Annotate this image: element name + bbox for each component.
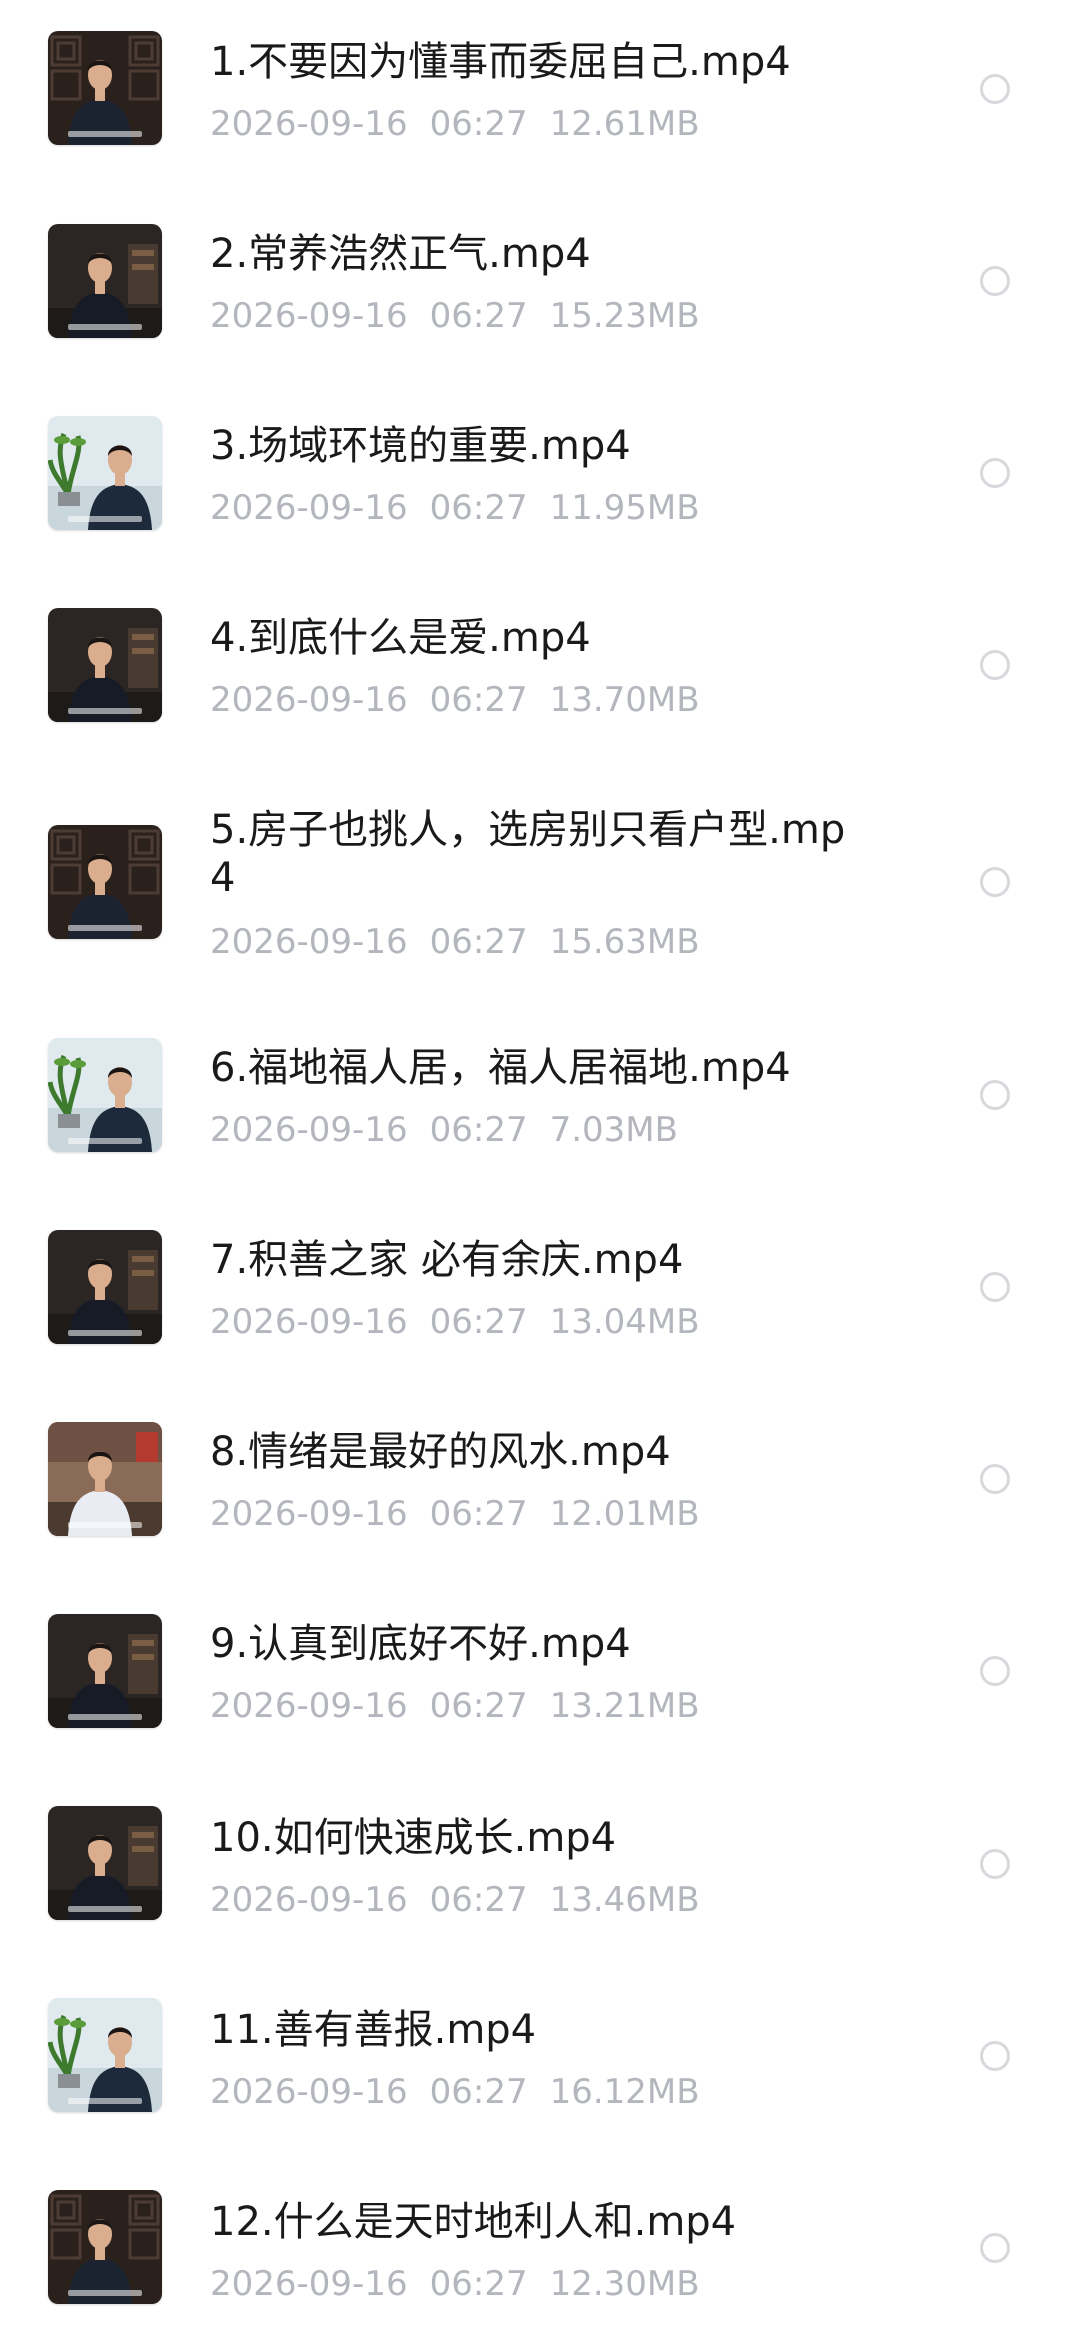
select-radio-icon[interactable] [980,1464,1010,1494]
file-time: 06:27 [429,1686,528,1726]
file-meta: 2026-09-16 06:27 13.70MB [210,680,700,720]
file-name: 4.到底什么是爱.mp4 [210,615,591,661]
video-thumbnail [48,1230,162,1344]
file-size: 11.95MB [549,488,700,528]
file-time: 06:27 [429,488,528,528]
file-date: 2026-09-16 [210,1686,408,1726]
file-name: 10.如何快速成长.mp4 [210,1815,617,1861]
select-radio-icon[interactable] [980,1656,1010,1686]
select-radio-icon[interactable] [980,1849,1010,1879]
file-name: 11.善有善报.mp4 [210,2007,537,2053]
file-name: 3.场域环境的重要.mp4 [210,423,631,469]
file-name: 12.什么是天时地利人和.mp4 [210,2199,737,2245]
file-name: 7.积善之家 必有余庆.mp4 [210,1237,684,1283]
file-date: 2026-09-16 [210,1880,408,1920]
video-thumbnail [48,1422,162,1536]
file-date: 2026-09-16 [210,1494,408,1534]
video-thumbnail [48,825,162,939]
file-size: 13.70MB [549,680,700,720]
file-date: 2026-09-16 [210,2072,408,2112]
video-thumbnail [48,608,162,722]
select-radio-icon[interactable] [980,2041,1010,2071]
file-time: 06:27 [429,1110,528,1150]
file-row[interactable]: 12.什么是天时地利人和.mp4 2026-09-16 06:27 12.30MB [0,0,1080,2304]
file-meta: 2026-09-16 06:27 13.46MB [210,1880,700,1920]
file-meta: 2026-09-16 06:27 7.03MB [210,1110,678,1150]
file-time: 06:27 [429,296,528,336]
file-time: 06:27 [429,1494,528,1534]
file-size: 16.12MB [549,2072,700,2112]
file-date: 2026-09-16 [210,296,408,336]
file-name: 5.房子也挑人，选房别只看户型.mp4 [210,807,846,901]
video-thumbnail [48,2190,162,2304]
file-meta: 2026-09-16 06:27 13.04MB [210,1302,700,1342]
file-date: 2026-09-16 [210,922,408,962]
file-meta: 2026-09-16 06:27 16.12MB [210,2072,700,2112]
select-radio-icon[interactable] [980,266,1010,296]
file-size: 12.01MB [549,1494,700,1534]
file-date: 2026-09-16 [210,680,408,720]
select-radio-icon[interactable] [980,650,1010,680]
file-meta: 2026-09-16 06:27 12.01MB [210,1494,700,1534]
file-time: 06:27 [429,2264,528,2304]
file-meta: 2026-09-16 06:27 12.30MB [210,2264,700,2304]
file-size: 13.46MB [549,1880,700,1920]
select-radio-icon[interactable] [980,867,1010,897]
video-thumbnail [48,224,162,338]
video-thumbnail [48,1806,162,1920]
file-size: 13.04MB [549,1302,700,1342]
file-size: 7.03MB [549,1110,678,1150]
file-list: 1.不要因为懂事而委屈自己.mp4 2026-09-16 06:27 12.61MB 2… [0,0,1080,2328]
select-radio-icon[interactable] [980,2233,1010,2263]
file-size: 13.21MB [549,1686,700,1726]
file-date: 2026-09-16 [210,1110,408,1150]
file-time: 06:27 [429,922,528,962]
file-time: 06:27 [429,2072,528,2112]
file-name: 9.认真到底好不好.mp4 [210,1621,631,1667]
select-radio-icon[interactable] [980,458,1010,488]
file-name: 8.情绪是最好的风水.mp4 [210,1429,671,1475]
file-time: 06:27 [429,680,528,720]
video-thumbnail [48,416,162,530]
select-radio-icon[interactable] [980,1080,1010,1110]
file-date: 2026-09-16 [210,1302,408,1342]
video-thumbnail [48,1998,162,2112]
video-thumbnail [48,1038,162,1152]
file-name: 6.福地福人居，福人居福地.mp4 [210,1045,791,1091]
file-time: 06:27 [429,1880,528,1920]
file-meta: 2026-09-16 06:27 11.95MB [210,488,700,528]
file-time: 06:27 [429,1302,528,1342]
file-size: 15.63MB [549,922,700,962]
file-size: 15.23MB [549,296,700,336]
file-date: 2026-09-16 [210,2264,408,2304]
select-radio-icon[interactable] [980,1272,1010,1302]
file-meta: 2026-09-16 06:27 15.23MB [210,296,700,336]
file-size: 12.30MB [549,2264,700,2304]
file-date: 2026-09-16 [210,488,408,528]
file-name: 2.常养浩然正气.mp4 [210,231,591,277]
file-meta: 2026-09-16 06:27 13.21MB [210,1686,700,1726]
video-thumbnail [48,1614,162,1728]
file-meta: 2026-09-16 06:27 15.63MB [210,922,700,962]
